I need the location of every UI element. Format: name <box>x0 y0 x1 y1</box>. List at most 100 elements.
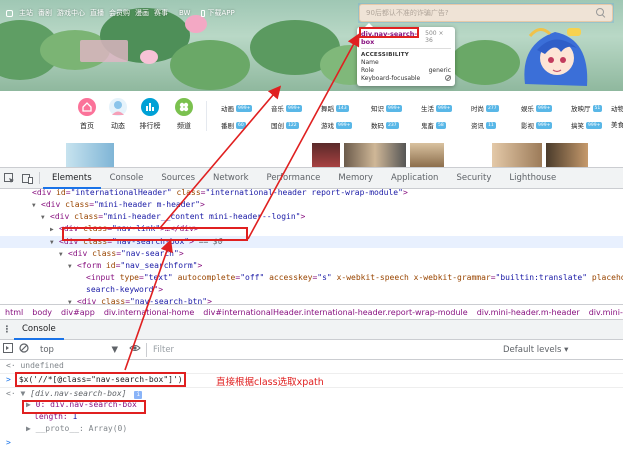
tab-network[interactable]: Network <box>204 168 258 189</box>
nav-dynamic[interactable]: 动态 <box>104 98 132 131</box>
category-label: 资讯 <box>471 122 484 130</box>
tab-lighthouse[interactable]: Lighthouse <box>500 168 565 189</box>
expand-triangle-icon[interactable]: ▶ <box>0 424 31 433</box>
category-link[interactable]: 音乐 999+ <box>271 103 321 113</box>
search-icon[interactable] <box>596 8 606 18</box>
channel-navigation: 首页 动态 排行榜 频道 动画 999+ 音乐 999+ 舞蹈 143 知识 999+ 生活 99… <box>0 91 623 143</box>
tab-sources[interactable]: Sources <box>152 168 204 189</box>
category-link[interactable]: 资讯 11 <box>471 120 521 130</box>
more-options-icon[interactable]: ⋮ <box>0 325 14 335</box>
context-selector[interactable]: top ▼ <box>32 345 124 355</box>
website-viewport: 主站 番剧 游戏中心 直播 会员购 漫画 赛事 BW 下载APP 90后都认不准… <box>0 0 623 167</box>
sidebar-toggle-icon[interactable] <box>0 343 16 356</box>
category-count-badge: 999+ <box>336 121 353 129</box>
category-link[interactable]: 舞蹈 143 <box>321 103 371 113</box>
tab-console[interactable]: Console <box>101 168 153 189</box>
header-banner: 主站 番剧 游戏中心 直播 会员购 漫画 赛事 BW 下载APP 90后都认不准… <box>0 0 623 91</box>
console-toolbar: top ▼ Filter Default levels ▾ <box>0 340 623 360</box>
category-link[interactable]: 动画 999+ <box>221 103 271 113</box>
top-nav-item[interactable]: 主站 <box>19 8 33 18</box>
nav-ranking[interactable]: 排行榜 <box>136 98 164 131</box>
promo-thumbnail[interactable] <box>546 143 588 167</box>
breadcrumb-item[interactable]: div.mini-header.m-header <box>477 308 580 317</box>
category-count-badge: 999+ <box>586 121 603 129</box>
expand-triangle-icon[interactable]: ▼ <box>68 297 77 304</box>
tooltip-row-label: Role <box>361 67 374 74</box>
category-link[interactable]: 知识 999+ <box>371 103 421 113</box>
category-label: 音乐 <box>271 105 284 113</box>
console-prompt[interactable]: > <box>0 437 623 449</box>
category-link[interactable]: 时尚 277 <box>471 103 521 113</box>
breadcrumb-item[interactable]: div#internationalHeader.international-he… <box>203 308 467 317</box>
top-nav-item[interactable]: BW <box>179 9 190 17</box>
dom-node[interactable]: <div id="internationalHeader" class="int… <box>0 189 408 199</box>
breadcrumb-item[interactable]: html <box>5 308 23 317</box>
dom-node[interactable]: ▼ <form id="nav_searchform"> <box>0 260 202 272</box>
dom-node[interactable]: <input type="text" autocomplete="off" ac… <box>0 272 623 284</box>
result-array-label[interactable]: [div.nav-search-box] <box>30 389 126 398</box>
console-result-proto[interactable]: ▶ __proto__: Array(0) <box>0 423 623 435</box>
category-link[interactable]: 动物 <box>611 103 623 113</box>
nav-home[interactable]: 首页 <box>73 98 101 131</box>
category-link[interactable]: 国创 122 <box>271 120 321 130</box>
inspect-element-icon[interactable] <box>0 168 18 189</box>
promo-thumbnail-strip <box>0 143 623 167</box>
console-filter-input[interactable]: Filter <box>146 342 503 357</box>
not-focusable-icon <box>445 75 451 81</box>
info-icon[interactable]: i <box>134 391 143 399</box>
promo-thumbnail[interactable] <box>448 143 488 167</box>
tab-memory[interactable]: Memory <box>329 168 382 189</box>
category-label: 知识 <box>371 105 384 113</box>
breadcrumb-item[interactable]: div.international-home <box>104 308 194 317</box>
tab-application[interactable]: Application <box>382 168 448 189</box>
expand-triangle-icon[interactable]: ▶ <box>50 224 59 236</box>
live-expression-eye-icon[interactable] <box>124 344 146 355</box>
breadcrumb-item[interactable]: div#app <box>61 308 95 317</box>
top-nav-item[interactable]: 番剧 <box>38 8 52 18</box>
category-link[interactable]: 生活 999+ <box>421 103 471 113</box>
breadcrumb-item[interactable]: div.mini-header__content.mini-header--lo… <box>589 308 623 317</box>
top-nav-item[interactable]: 赛事 <box>154 8 168 18</box>
clear-console-icon[interactable] <box>16 343 32 356</box>
promo-thumbnail[interactable] <box>66 143 114 167</box>
category-label: 时尚 <box>471 105 484 113</box>
expand-triangle-icon[interactable]: ▼ <box>20 389 25 398</box>
device-toolbar-icon[interactable] <box>18 168 36 189</box>
tooltip-row: Name <box>361 59 451 67</box>
promo-thumbnail[interactable] <box>312 143 340 167</box>
dom-node[interactable]: ▼ <div class="mini-header__content mini-h… <box>0 211 305 223</box>
dom-node[interactable]: search-keyword"> <box>0 284 163 296</box>
tab-security[interactable]: Security <box>447 168 500 189</box>
dom-node[interactable]: ▼ <div class="nav-search-btn"> <box>0 296 212 304</box>
download-app-link[interactable]: 下载APP <box>201 8 235 18</box>
category-link[interactable]: 娱乐 999+ <box>521 103 571 113</box>
top-nav-item[interactable]: 游戏中心 <box>57 8 85 18</box>
promo-thumbnail[interactable] <box>344 143 406 167</box>
tab-elements[interactable]: Elements <box>43 168 101 189</box>
category-link[interactable]: 番剧 60 <box>221 120 271 130</box>
nav-channel[interactable]: 频道 <box>170 98 198 131</box>
top-nav-item[interactable]: 会员购 <box>109 8 130 18</box>
promo-thumbnail[interactable] <box>118 143 308 167</box>
breadcrumb-item[interactable]: body <box>32 308 52 317</box>
category-link[interactable]: 鬼畜 58 <box>421 120 471 130</box>
top-nav-item[interactable]: 直播 <box>90 8 104 18</box>
log-levels-dropdown[interactable]: Default levels ▾ <box>503 345 623 355</box>
category-link[interactable]: 美食 <box>611 119 623 129</box>
category-count-badge: 999+ <box>386 104 403 112</box>
top-nav-item[interactable]: 漫画 <box>135 8 149 18</box>
dom-node[interactable]: ▼ <div class="mini-header m-header"> <box>0 199 205 211</box>
channel-icon <box>175 98 193 116</box>
dom-node[interactable]: ▼ <div class="nav-search"> <box>0 248 184 260</box>
category-link[interactable]: 游戏 999+ <box>321 120 371 130</box>
category-count-badge: 999+ <box>536 121 553 129</box>
promo-thumbnail[interactable] <box>492 143 542 167</box>
tab-performance[interactable]: Performance <box>258 168 330 189</box>
nav-search-box[interactable]: 90后都认不准的诈骗广告? <box>359 4 613 22</box>
context-value: top <box>40 344 54 355</box>
tab-console-drawer[interactable]: Console <box>14 320 64 340</box>
promo-thumbnail[interactable] <box>410 143 444 167</box>
category-link[interactable]: 数码 237 <box>371 120 421 130</box>
category-link[interactable]: 影视 999+ <box>521 120 571 130</box>
category-count-badge: 999+ <box>236 104 253 112</box>
